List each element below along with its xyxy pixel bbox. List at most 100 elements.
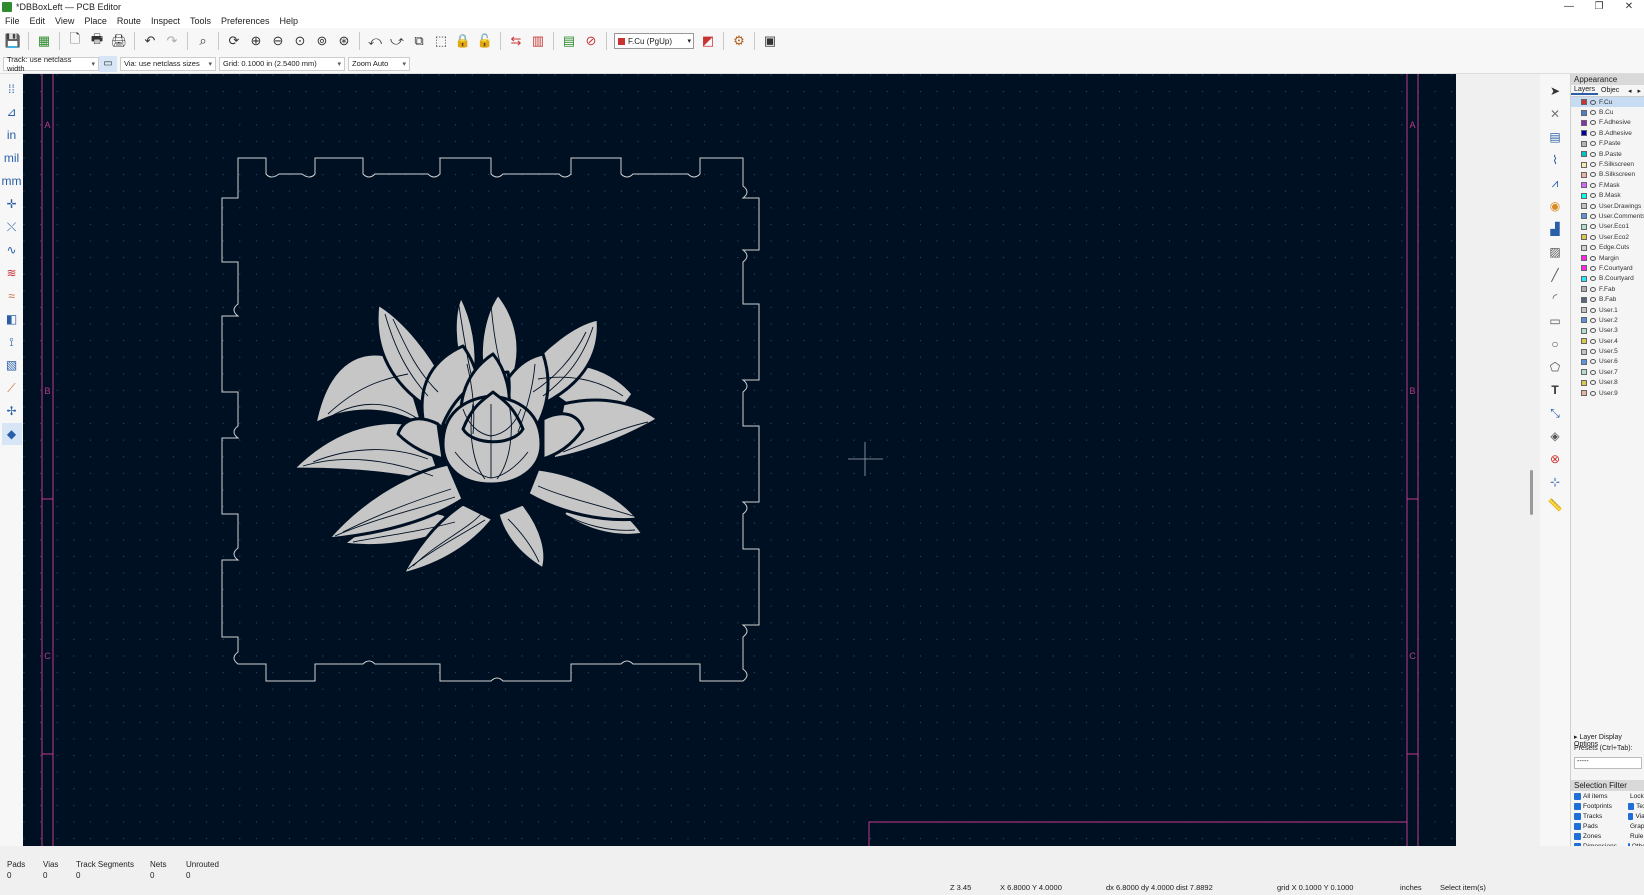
menu-preferences[interactable]: Preferences (216, 16, 275, 26)
layer-color-swatch[interactable] (1581, 286, 1587, 293)
layer-color-swatch[interactable] (1581, 307, 1587, 313)
selection-filter-item[interactable]: Vias (1628, 811, 1644, 821)
layer-pair-icon[interactable]: ◩ (697, 30, 719, 52)
eye-icon[interactable] (1590, 317, 1596, 323)
menu-inspect[interactable]: Inspect (146, 16, 185, 26)
curved-ratsnest-icon[interactable]: ∿ (2, 239, 22, 261)
find-icon[interactable]: ⌕ (192, 30, 214, 52)
layer-row[interactable]: B.Paste (1571, 149, 1644, 159)
menu-place[interactable]: Place (79, 16, 112, 26)
eye-icon[interactable] (1590, 369, 1596, 375)
via-size-select[interactable]: Via: use netclass sizes ▾ (120, 56, 216, 71)
polar-coords-icon[interactable]: ⊿ (2, 101, 22, 123)
ratsnest-icon[interactable]: ⤬ (2, 216, 22, 238)
print-icon[interactable]: 🖶 (86, 30, 108, 52)
selection-filter-item[interactable]: Text (1628, 801, 1644, 811)
menu-view[interactable]: View (50, 16, 79, 26)
rotate-ccw-icon[interactable]: ⤺ (364, 30, 386, 52)
eye-icon[interactable] (1590, 255, 1596, 261)
layer-row[interactable]: User.4 (1571, 336, 1644, 346)
layer-row[interactable]: User.5 (1571, 346, 1644, 356)
eye-icon[interactable] (1590, 297, 1596, 303)
eye-icon[interactable] (1590, 162, 1596, 168)
footprint-editor-icon[interactable]: ▤ (558, 30, 580, 52)
eye-icon[interactable] (1590, 349, 1596, 355)
mm-units-icon[interactable]: mm (2, 170, 22, 192)
selection-filter-item[interactable]: All items (1574, 791, 1628, 801)
canvas-vertical-scrollbar[interactable] (1530, 470, 1533, 515)
selection-filter-item[interactable]: Graphics (1628, 821, 1644, 831)
tab-scroll-right-icon[interactable]: ▸ (1634, 87, 1644, 95)
add-via-icon[interactable]: ◉ (1544, 195, 1566, 217)
layer-color-swatch[interactable] (1581, 358, 1587, 365)
track-width-select[interactable]: Track: use netclass width ▾ (3, 55, 99, 73)
add-footprint-icon[interactable]: ▤ (1544, 126, 1566, 148)
checkbox-checked-icon[interactable] (1574, 792, 1581, 800)
layer-color-swatch[interactable] (1581, 192, 1587, 199)
layer-row[interactable]: User.Drawings (1571, 201, 1644, 211)
tab-objects[interactable]: Objec (1598, 87, 1622, 94)
add-zone-icon[interactable]: ▟ (1544, 218, 1566, 240)
active-layer-select[interactable]: F.Cu (PgUp) ▾ (614, 33, 694, 49)
menu-help[interactable]: Help (275, 16, 304, 26)
tune-length-icon[interactable]: ⩘ (1544, 172, 1566, 194)
checkbox-checked-icon[interactable] (1574, 802, 1581, 810)
layer-color-swatch[interactable] (1581, 171, 1587, 178)
minimize-button[interactable]: — (1554, 0, 1584, 14)
grid-select[interactable]: Grid: 0.1000 in (2.5400 mm) ▾ (219, 56, 345, 71)
selection-filter-item[interactable]: Locked (1628, 791, 1644, 801)
checkbox-checked-icon[interactable] (1574, 812, 1581, 820)
layer-color-swatch[interactable] (1581, 151, 1587, 158)
delete-tool-icon[interactable]: ⊗ (1544, 448, 1566, 470)
eye-icon[interactable] (1590, 265, 1596, 271)
board-setup-icon[interactable]: ▦ (33, 30, 55, 52)
redo-icon[interactable]: ↷ (161, 30, 183, 52)
layer-row[interactable]: F.Adhesive (1571, 118, 1644, 128)
zone-fill-icon[interactable]: ≋ (2, 262, 22, 284)
zoom-in-icon[interactable]: ⊕ (245, 30, 267, 52)
scripting-icon[interactable]: ⚙ (728, 30, 750, 52)
layer-color-swatch[interactable] (1581, 182, 1587, 189)
selection-filter-item[interactable]: Zones (1574, 831, 1628, 841)
zoom-selection-icon[interactable]: ⊛ (333, 30, 355, 52)
layer-color-swatch[interactable] (1581, 203, 1587, 210)
eye-icon[interactable] (1590, 307, 1596, 313)
checkbox-checked-icon[interactable] (1628, 802, 1635, 810)
checkbox-checked-icon[interactable] (1628, 812, 1634, 820)
graphic-sketch-icon[interactable]: ⟋ (2, 377, 22, 399)
via-sketch-icon[interactable]: ⟟ (2, 331, 22, 353)
menu-file[interactable]: File (0, 16, 25, 26)
draw-line-icon[interactable]: ╱ (1544, 264, 1566, 286)
layer-row[interactable]: F.Paste (1571, 139, 1644, 149)
draw-rectangle-icon[interactable]: ▭ (1544, 310, 1566, 332)
layer-color-swatch[interactable] (1581, 275, 1587, 282)
zoom-fit-icon[interactable]: ⊙ (289, 30, 311, 52)
pad-sketch-icon[interactable]: ◧ (2, 308, 22, 330)
eye-icon[interactable] (1590, 276, 1596, 282)
save-icon[interactable]: 💾 (2, 30, 24, 52)
layer-row[interactable]: User.6 (1571, 357, 1644, 367)
eye-icon[interactable] (1590, 338, 1596, 344)
eye-icon[interactable] (1590, 203, 1596, 209)
selection-filter-item[interactable]: Footprints (1574, 801, 1628, 811)
eye-icon[interactable] (1590, 328, 1596, 334)
layer-row[interactable]: User.8 (1571, 378, 1644, 388)
layer-color-swatch[interactable] (1581, 327, 1587, 334)
layer-row[interactable]: F.Courtyard (1571, 263, 1644, 273)
board-drawing[interactable]: A B C A B C (23, 74, 1456, 846)
eye-icon[interactable] (1590, 130, 1596, 136)
selection-filter-item[interactable]: Tracks (1574, 811, 1628, 821)
layer-row[interactable]: F.Cu (1571, 97, 1644, 108)
layer-color-swatch[interactable] (1581, 379, 1587, 386)
track-sketch-icon[interactable]: ▧ (2, 354, 22, 376)
undo-icon[interactable]: ↶ (139, 30, 161, 52)
layer-color-swatch[interactable] (1581, 99, 1587, 106)
layer-color-swatch[interactable] (1581, 390, 1587, 397)
layer-color-swatch[interactable] (1581, 265, 1587, 272)
lock-icon[interactable]: 🔒 (452, 30, 474, 52)
layer-row[interactable]: B.Fab (1571, 294, 1644, 304)
layer-row[interactable]: User.1 (1571, 305, 1644, 315)
drc-icon[interactable]: ⊘ (580, 30, 602, 52)
unlock-icon[interactable]: 🔓 (474, 30, 496, 52)
layer-row[interactable]: B.Mask (1571, 191, 1644, 201)
